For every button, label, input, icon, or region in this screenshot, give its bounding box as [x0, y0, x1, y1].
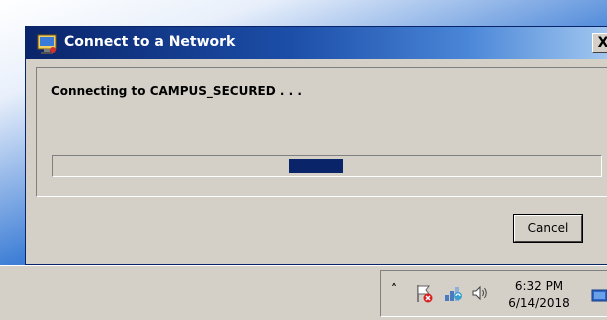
dialog-titlebar[interactable]: Connect to a Network X	[26, 27, 607, 59]
volume-icon[interactable]	[470, 283, 490, 303]
dialog-title: Connect to a Network	[64, 34, 236, 50]
connect-network-dialog: Connect to a Network X Connecting to CAM…	[25, 26, 607, 265]
network-connection-icon	[37, 34, 57, 54]
close-button[interactable]: X	[592, 33, 607, 53]
dialog-content-panel: Connecting to CAMPUS_SECURED . . .	[36, 67, 607, 197]
show-desktop-icon[interactable]	[591, 286, 607, 306]
progress-marquee-block	[289, 159, 343, 173]
clock-date: 6/14/2018	[508, 296, 570, 310]
connection-status-text: Connecting to CAMPUS_SECURED . . .	[51, 84, 302, 98]
close-icon: X	[597, 35, 607, 51]
taskbar: ˄ 6:32 PM 6/14/2018	[0, 265, 607, 320]
show-hidden-icons-chevron-icon[interactable]: ˄	[391, 282, 397, 296]
cancel-button[interactable]: Cancel	[513, 214, 583, 243]
taskbar-clock[interactable]: 6:32 PM 6/14/2018	[499, 278, 579, 312]
clock-time: 6:32 PM	[514, 279, 564, 293]
system-tray: ˄ 6:32 PM 6/14/2018	[380, 270, 607, 317]
network-icon[interactable]	[443, 283, 463, 303]
connection-progress-bar	[52, 155, 602, 177]
action-center-flag-icon[interactable]	[414, 283, 434, 303]
